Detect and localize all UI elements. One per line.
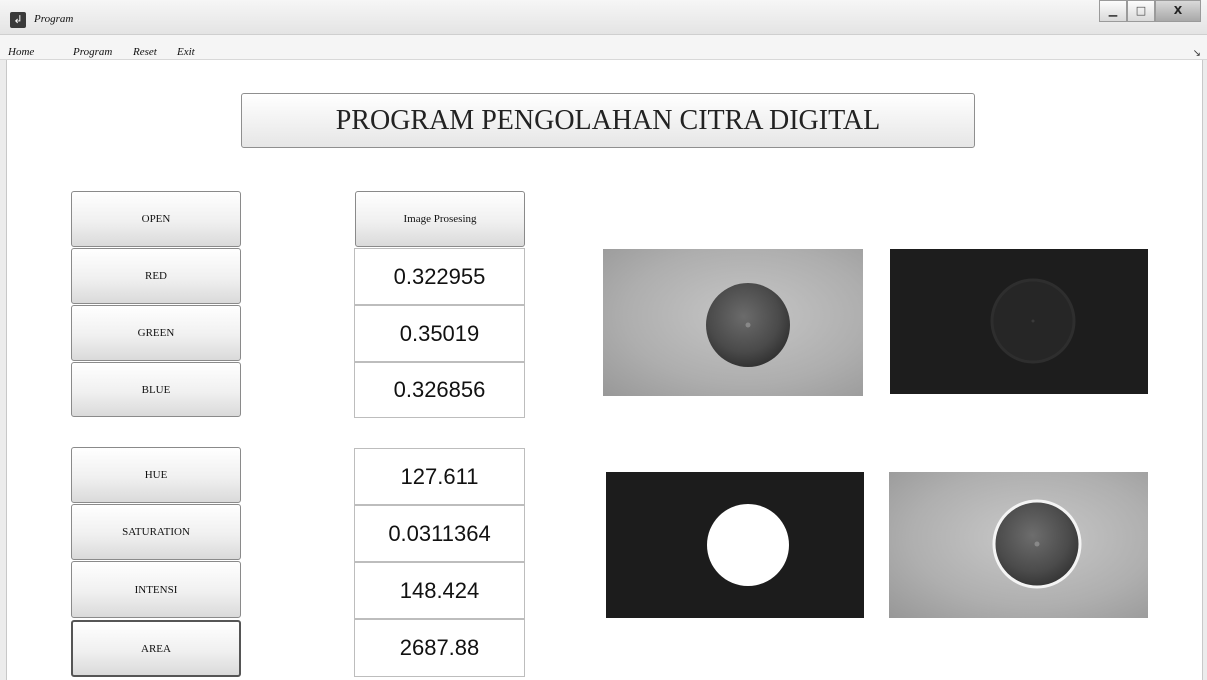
saturation-button[interactable]: SATURATION	[71, 504, 241, 560]
intensi-value: 148.424	[354, 562, 525, 619]
dark-filtered-image	[990, 278, 1076, 364]
app-icon: ↲	[10, 12, 26, 28]
hue-value: 127.611	[354, 448, 525, 505]
menu-reset[interactable]: Reset	[133, 46, 157, 58]
maximize-button[interactable]: □	[1127, 0, 1155, 22]
menu-exit[interactable]: Exit	[177, 46, 195, 58]
intensi-button[interactable]: INTENSI	[71, 561, 241, 618]
binary-mask-image	[707, 504, 789, 586]
segmented-image	[889, 472, 1148, 618]
green-button[interactable]: GREEN	[71, 305, 241, 361]
original-grayscale-image	[706, 283, 790, 367]
blue-button[interactable]: BLUE	[71, 362, 241, 417]
window-controls: ▁ □ X	[1099, 0, 1201, 22]
blue-value: 0.326856	[354, 362, 525, 418]
segmented-outline-image	[992, 499, 1082, 589]
saturation-value: 0.0311364	[354, 505, 525, 562]
menu-program[interactable]: Program	[73, 46, 112, 58]
title-bar: ↲ Program ▁ □ X	[0, 0, 1207, 35]
page-title: PROGRAM PENGOLAHAN CITRA DIGITAL	[241, 93, 975, 148]
red-value: 0.322955	[354, 248, 525, 305]
area-value: 2687.88	[354, 619, 525, 677]
green-value: 0.35019	[354, 305, 525, 362]
filtered-image	[890, 249, 1148, 394]
toolbar-arrow-icon[interactable]: ↘	[1193, 48, 1201, 59]
red-button[interactable]: RED	[71, 248, 241, 304]
close-button[interactable]: X	[1155, 0, 1201, 22]
menu-home[interactable]: Home	[8, 46, 34, 58]
image-processing-button[interactable]: Image Prosesing	[355, 191, 525, 247]
hue-button[interactable]: HUE	[71, 447, 241, 503]
window-title: Program	[34, 13, 74, 25]
area-button[interactable]: AREA	[71, 620, 241, 677]
minimize-button[interactable]: ▁	[1099, 0, 1127, 22]
binary-image	[606, 472, 864, 618]
original-image	[603, 249, 863, 396]
open-button[interactable]: OPEN	[71, 191, 241, 247]
